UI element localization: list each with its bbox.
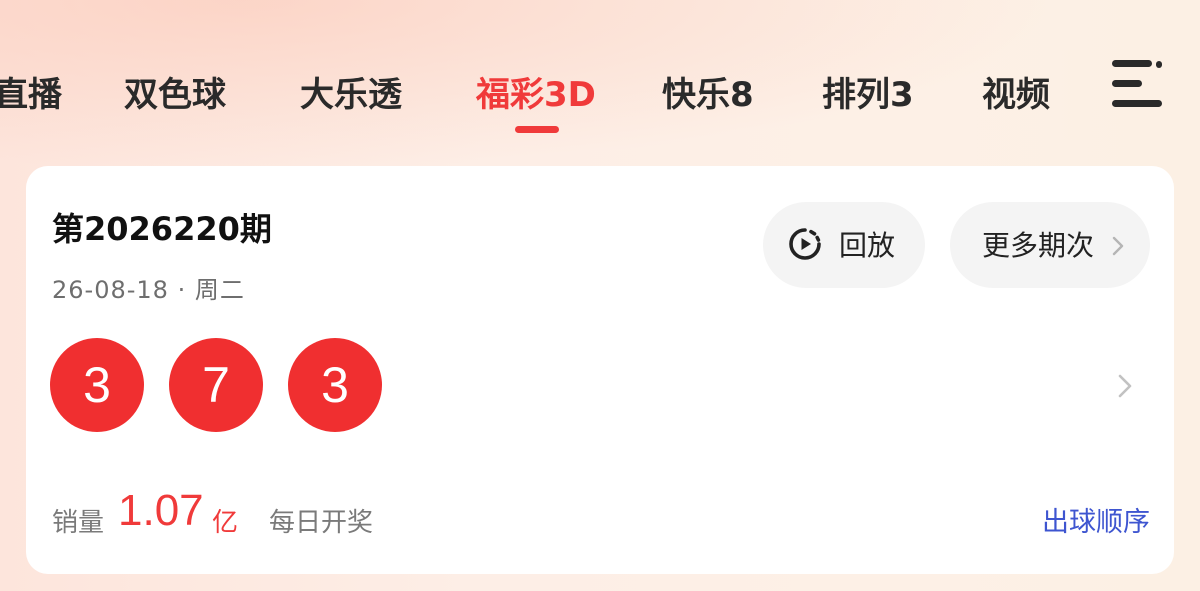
chevron-right-icon: [1112, 236, 1124, 256]
chevron-right-icon[interactable]: [1116, 372, 1134, 400]
tab-live[interactable]: 直播: [0, 72, 62, 118]
tab-double-color-ball[interactable]: 双色球: [124, 72, 226, 118]
draw-order-link[interactable]: 出球顺序: [1042, 500, 1150, 539]
tab-super-lotto[interactable]: 大乐透: [300, 72, 402, 118]
hamburger-menu-icon[interactable]: [1110, 58, 1166, 110]
winning-ball-2: 7: [169, 338, 263, 432]
tab-bar-fade: [1050, 50, 1090, 140]
active-tab-indicator: [515, 126, 559, 133]
tab-happy-8[interactable]: 快乐8: [662, 72, 754, 118]
sales-value: 1.07: [118, 486, 204, 535]
lottery-tab-bar: 直播 双色球 大乐透 福彩3D 快乐8 排列3 视频: [0, 58, 1080, 138]
more-issues-label: 更多期次: [982, 229, 1095, 262]
draw-date: 26-08-18 · 周二: [52, 276, 245, 304]
sales-label: 销量: [52, 508, 105, 538]
replay-button[interactable]: 回放: [763, 202, 925, 288]
tab-pailie-3[interactable]: 排列3: [822, 72, 914, 118]
sales-unit: 亿: [212, 508, 239, 538]
draw-result-card: 第2026220期 26-08-18 · 周二 回放 更多期次 3 7 3 销量…: [26, 166, 1174, 574]
winning-ball-1: 3: [50, 338, 144, 432]
draw-frequency: 每日开奖: [269, 508, 374, 538]
replay-label: 回放: [839, 229, 896, 262]
issue-number: 第2026220期: [52, 210, 272, 248]
tab-fucai-3d[interactable]: 福彩3D: [476, 72, 596, 118]
winning-ball-3: 3: [288, 338, 382, 432]
play-replay-icon: [789, 228, 821, 260]
more-issues-button[interactable]: 更多期次: [950, 202, 1150, 288]
tab-video[interactable]: 视频: [982, 72, 1050, 118]
